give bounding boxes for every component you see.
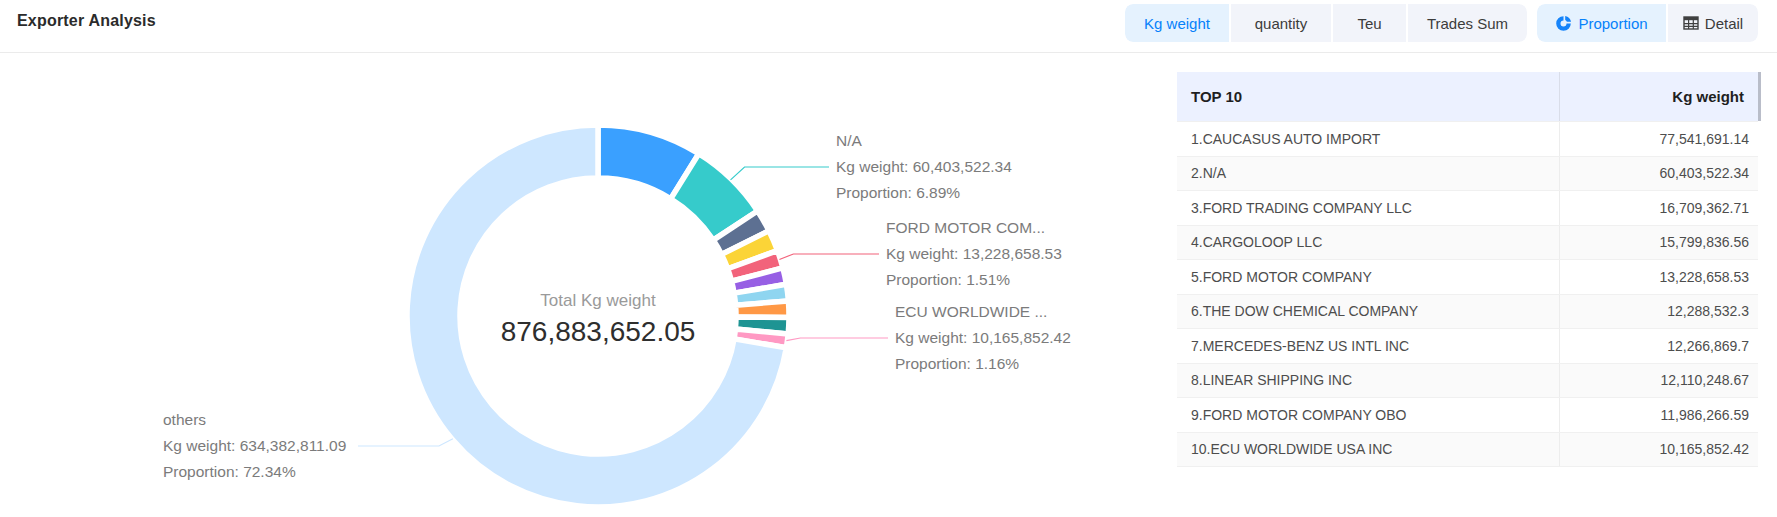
table-cell-exporter: 1.CAUCASUS AUTO IMPORT (1177, 122, 1560, 156)
pie-label-line-ecu-worldwide (786, 338, 888, 341)
pie-label-ecu-worldwide: ECU WORLDWIDE ...Kg weight: 10,165,852.4… (895, 299, 1071, 377)
pie-label-proportion: Proportion: 6.89% (836, 180, 1012, 206)
table-row[interactable]: 5.FORD MOTOR COMPANY13,228,658.53 (1177, 260, 1758, 295)
table-cell-exporter: 10.ECU WORLDWIDE USA INC (1177, 433, 1560, 467)
tab-teu[interactable]: Teu (1333, 4, 1406, 42)
table-row[interactable]: 1.CAUCASUS AUTO IMPORT77,541,691.14 (1177, 122, 1758, 157)
pie-label-kgweight: Kg weight: 10,165,852.42 (895, 325, 1071, 351)
table-cell-exporter: 4.CARGOLOOP LLC (1177, 226, 1560, 260)
pie-label-kgweight: Kg weight: 634,382,811.09 (163, 433, 346, 459)
table-cell-exporter: 9.FORD MOTOR COMPANY OBO (1177, 398, 1560, 432)
table-cell-exporter: 5.FORD MOTOR COMPANY (1177, 260, 1560, 294)
tab-label: Detail (1705, 15, 1743, 32)
table-cell-kgweight: 12,288,532.3 (1560, 303, 1758, 319)
pie-label-name: N/A (836, 128, 1012, 154)
table-icon (1683, 15, 1699, 31)
metric-tab-group: Kg weight quantity Teu Trades Sum (1125, 4, 1527, 42)
tab-label: Kg weight (1144, 15, 1210, 32)
pie-label-name: FORD MOTOR COM... (886, 215, 1062, 241)
table-cell-exporter: 3.FORD TRADING COMPANY LLC (1177, 191, 1560, 225)
tab-trades-sum[interactable]: Trades Sum (1408, 4, 1527, 42)
table-cell-kgweight: 13,228,658.53 (1560, 269, 1758, 285)
table-cell-exporter: 7.MERCEDES-BENZ US INTL INC (1177, 329, 1560, 363)
table-header-kgweight: Kg weight (1560, 88, 1758, 105)
table-cell-kgweight: 12,266,869.7 (1560, 338, 1758, 354)
donut-center-title: Total Kg weight (448, 291, 748, 311)
pie-label-proportion: Proportion: 72.34% (163, 459, 346, 485)
tab-label: Trades Sum (1427, 15, 1508, 32)
pie-label-kgweight: Kg weight: 60,403,522.34 (836, 154, 1012, 180)
pie-label-name: ECU WORLDWIDE ... (895, 299, 1071, 325)
table-cell-kgweight: 12,110,248.67 (1560, 372, 1758, 388)
table-header-top10: TOP 10 (1177, 72, 1560, 121)
table-cell-kgweight: 15,799,836.56 (1560, 234, 1758, 250)
pie-label-ford-motor-com: FORD MOTOR COM...Kg weight: 13,228,658.5… (886, 215, 1062, 293)
table-header-row: TOP 10 Kg weight (1177, 72, 1758, 122)
pie-label-name: others (163, 407, 346, 433)
table-row[interactable]: 4.CARGOLOOP LLC15,799,836.56 (1177, 226, 1758, 261)
table-cell-kgweight: 10,165,852.42 (1560, 441, 1758, 457)
table-row[interactable]: 7.MERCEDES-BENZ US INTL INC12,266,869.7 (1177, 329, 1758, 364)
tab-label: Teu (1357, 15, 1381, 32)
donut-center-total: 876,883,652.05 (398, 316, 798, 348)
view-tab-group: Proportion Detail (1537, 4, 1758, 42)
table-cell-kgweight: 16,709,362.71 (1560, 200, 1758, 216)
table-row[interactable]: 3.FORD TRADING COMPANY LLC16,709,362.71 (1177, 191, 1758, 226)
tab-proportion[interactable]: Proportion (1537, 4, 1666, 42)
table-cell-exporter: 2.N/A (1177, 157, 1560, 191)
table-row[interactable]: 6.THE DOW CHEMICAL COMPANY12,288,532.3 (1177, 295, 1758, 330)
pie-label-kgweight: Kg weight: 13,228,658.53 (886, 241, 1062, 267)
tab-label: quantity (1255, 15, 1308, 32)
pie-label-proportion: Proportion: 1.51% (886, 267, 1062, 293)
table-row[interactable]: 9.FORD MOTOR COMPANY OBO11,986,266.59 (1177, 398, 1758, 433)
top10-table: TOP 10 Kg weight 1.CAUCASUS AUTO IMPORT7… (1177, 72, 1758, 467)
table-scrollbar[interactable] (1758, 72, 1761, 121)
table-row[interactable]: 10.ECU WORLDWIDE USA INC10,165,852.42 (1177, 433, 1758, 468)
table-row[interactable]: 2.N/A60,403,522.34 (1177, 157, 1758, 192)
table-cell-kgweight: 11,986,266.59 (1560, 407, 1758, 423)
pie-label-line-ford-motor-com (779, 254, 879, 259)
pie-label-line-n-a (731, 167, 829, 180)
tab-kg-weight[interactable]: Kg weight (1125, 4, 1229, 42)
tab-quantity[interactable]: quantity (1231, 4, 1331, 42)
pie-label-others: othersKg weight: 634,382,811.09Proportio… (163, 407, 346, 485)
table-cell-exporter: 8.LINEAR SHIPPING INC (1177, 364, 1560, 398)
pie-label-line-others (358, 439, 453, 446)
table-cell-kgweight: 60,403,522.34 (1560, 165, 1758, 181)
table-cell-exporter: 6.THE DOW CHEMICAL COMPANY (1177, 295, 1560, 329)
tab-label: Proportion (1578, 15, 1647, 32)
pie-chart-icon (1555, 15, 1572, 32)
pie-label-n-a: N/AKg weight: 60,403,522.34Proportion: 6… (836, 128, 1012, 206)
table-cell-kgweight: 77,541,691.14 (1560, 131, 1758, 147)
pie-label-proportion: Proportion: 1.16% (895, 351, 1071, 377)
table-row[interactable]: 8.LINEAR SHIPPING INC12,110,248.67 (1177, 364, 1758, 399)
tab-detail[interactable]: Detail (1668, 4, 1758, 42)
